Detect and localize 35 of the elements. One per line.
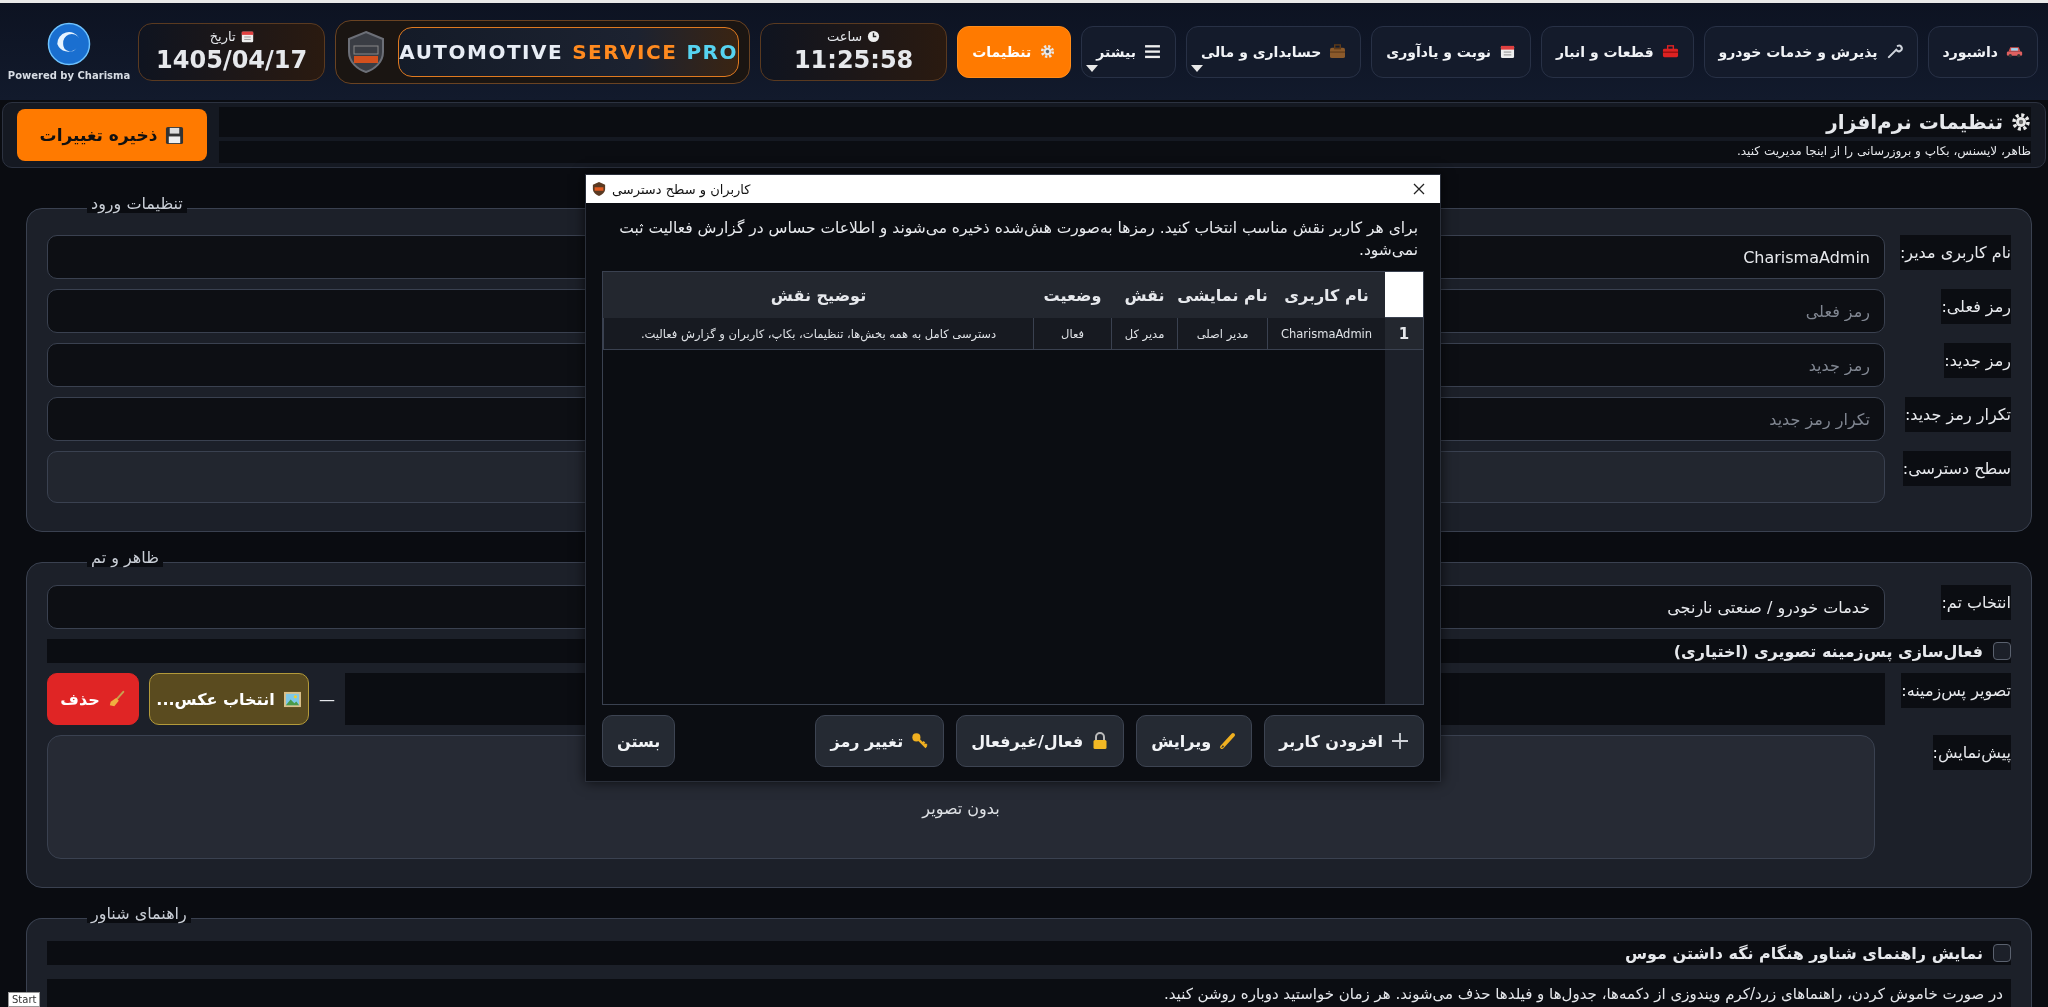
field-label: رمز جدید: — [1944, 343, 2011, 378]
clock-label: ساعت — [826, 29, 863, 44]
date-label: تاریخ — [209, 29, 236, 44]
row-number: 1 — [1385, 318, 1423, 350]
note-text: در صورت خاموش کردن، راهنماهای زرد/کرم ویندوزی از دکمه‌ها، جدول‌ها و فیلدها حذف می‌شوند. هر زمان خواستید دوباره روشن کنید. — [47, 979, 2011, 1007]
powered-by-text: Powered by Charisma — [7, 70, 131, 81]
section-title: تنظیمات ورود — [87, 195, 187, 213]
table-cell: دسترسی کامل به همه بخش‌ها، تنظیمات، بکاپ، کاربران و گزارش فعالیت. — [603, 318, 1033, 350]
preview-text: بدون تصویر — [922, 798, 1000, 818]
page-title: تنظیمات نرم‌افزار — [1826, 110, 2003, 134]
table-cell: مدیر کل — [1111, 318, 1177, 350]
clock-time: 11:25:58 — [793, 46, 914, 74]
checkbox-label: فعال‌سازی پس‌زمینه تصویری (اختیاری) — [1673, 641, 1983, 661]
brand-word: PRO — [686, 39, 738, 64]
field-label: تصویر پس‌زمینه: — [1901, 673, 2011, 708]
page-subtitle: ظاهر، لایسنس، بکاپ و بروزرسانی را از اینجا مدیریت کنید. — [219, 141, 2031, 163]
checkbox-label: نمایش راهنمای شناور هنگام نگه داشتن موس — [1625, 943, 1983, 963]
start-tooltip: Start — [8, 992, 41, 1007]
table-cell: فعال — [1033, 318, 1111, 350]
dialog-description: برای هر کاربر نقش مناسب انتخاب کنید. رمزها به‌صورت هش‌شده ذخیره می‌شوند و اطلاعات حساس در گزارش فعالیت ثبت نمی‌شود. — [618, 218, 1419, 261]
dialog-title: کاربران و سطح دسترسی — [612, 181, 752, 197]
field-label: سطح دسترسی: — [1902, 451, 2011, 486]
table-cell: مدیر اصلی — [1177, 318, 1267, 350]
date-value: 1405/04/17 — [156, 46, 308, 74]
field-label: رمز فعلی: — [1941, 289, 2011, 324]
field-label: پیش‌نمایش: — [1932, 735, 2011, 770]
brand-word: SERVICE — [572, 39, 678, 64]
field-label: نام کاربری مدیر: — [1899, 235, 2011, 270]
section-title: راهنمای شناور — [87, 905, 191, 923]
section-title: ظاهر و تم — [87, 549, 163, 567]
table-cell: CharismaAdmin — [1267, 318, 1385, 350]
field-label: انتخاب تم: — [1941, 585, 2011, 620]
brand-word: AUTOMOTIVE — [399, 39, 564, 64]
file-path-text: — — [319, 689, 335, 709]
field-label: تکرار رمز جدید: — [1904, 397, 2011, 432]
